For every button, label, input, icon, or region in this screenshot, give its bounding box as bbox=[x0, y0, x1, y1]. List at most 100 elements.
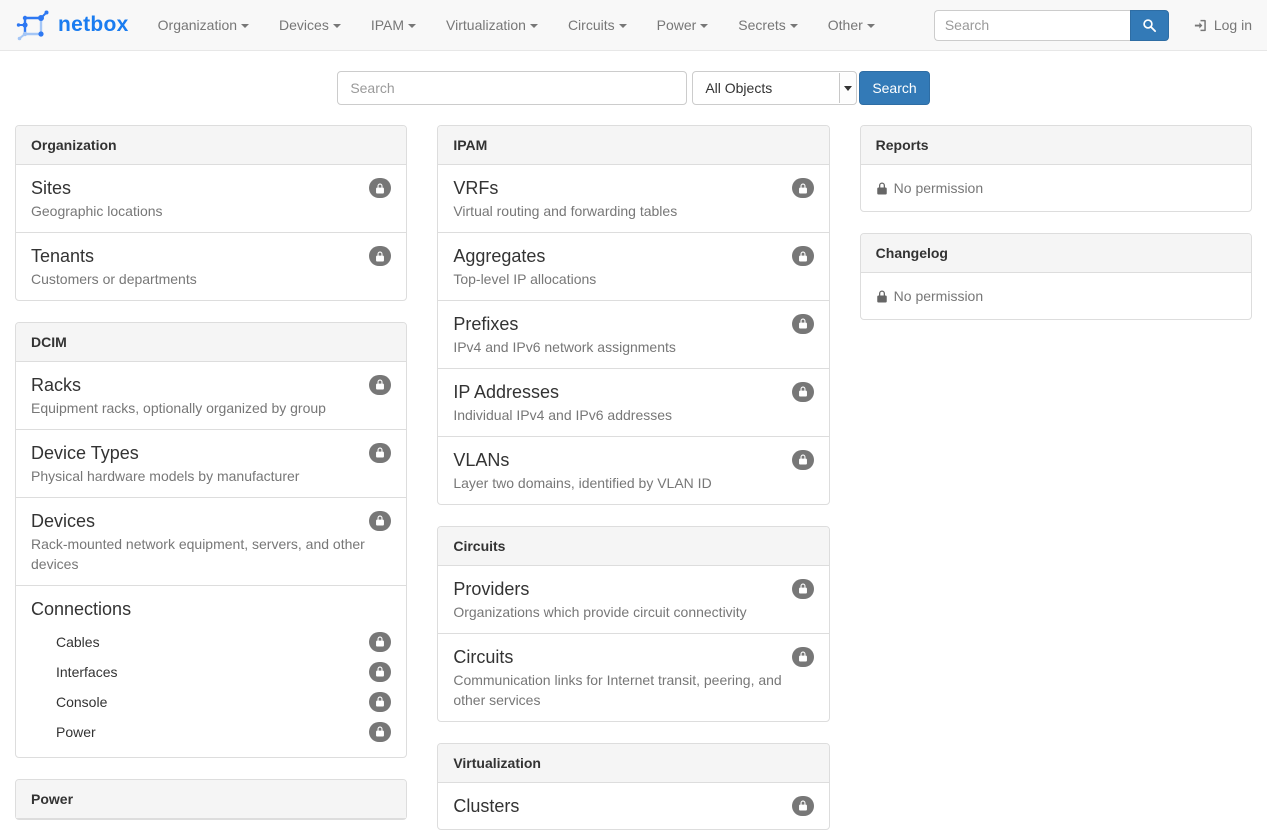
dashboard-column: OrganizationSitesGeographic locationsTen… bbox=[15, 125, 407, 820]
navbar-menu-item: Virtualization bbox=[431, 0, 553, 50]
panel-heading: IPAM bbox=[438, 126, 828, 165]
lock-badge bbox=[792, 314, 814, 334]
nav-menu-power[interactable]: Power bbox=[642, 0, 724, 50]
object-type-selected-value: All Objects bbox=[705, 80, 772, 96]
panel-power: Power bbox=[15, 779, 407, 820]
item-link-providers[interactable]: Providers bbox=[453, 576, 529, 602]
navbar-menu-item: Secrets bbox=[723, 0, 812, 50]
lock-icon bbox=[798, 800, 808, 811]
lock-badge bbox=[792, 579, 814, 599]
dashboard-column: IPAMVRFsVirtual routing and forwarding t… bbox=[437, 125, 829, 830]
item-description: Physical hardware models by manufacturer bbox=[31, 467, 391, 487]
lock-icon-wrap bbox=[876, 182, 888, 195]
top-navbar: netbox OrganizationDevicesIPAMVirtualiza… bbox=[0, 0, 1267, 51]
panel-organization: OrganizationSitesGeographic locationsTen… bbox=[15, 125, 407, 301]
caret-down-icon bbox=[408, 24, 416, 28]
item-link-aggregates[interactable]: Aggregates bbox=[453, 243, 545, 269]
list-item: ProvidersOrganizations which provide cir… bbox=[438, 566, 828, 634]
lock-badge bbox=[792, 796, 814, 816]
lock-icon bbox=[375, 447, 385, 458]
item-head: Providers bbox=[453, 576, 813, 602]
lock-badge bbox=[369, 632, 391, 652]
caret-down-icon bbox=[333, 24, 341, 28]
item-link-devices[interactable]: Devices bbox=[31, 508, 95, 534]
item-link-circuits[interactable]: Circuits bbox=[453, 644, 513, 670]
item-link-sites[interactable]: Sites bbox=[31, 175, 71, 201]
panel-circuits: CircuitsProvidersOrganizations which pro… bbox=[437, 526, 829, 722]
lock-badge bbox=[369, 178, 391, 198]
item-link-prefixes[interactable]: Prefixes bbox=[453, 311, 518, 337]
item-description: Geographic locations bbox=[31, 202, 391, 222]
netbox-brand[interactable]: netbox bbox=[15, 8, 129, 42]
navbar-menu-item: IPAM bbox=[356, 0, 431, 50]
item-link-device-types[interactable]: Device Types bbox=[31, 440, 139, 466]
item-link-console[interactable]: Console bbox=[56, 694, 107, 710]
lock-icon bbox=[798, 183, 808, 194]
item-description: Individual IPv4 and IPv6 addresses bbox=[453, 406, 813, 426]
list-item: Interfaces bbox=[31, 657, 391, 687]
panel-reports: ReportsNo permission bbox=[860, 125, 1252, 212]
list-item: Clusters bbox=[438, 783, 828, 829]
item-link-cables[interactable]: Cables bbox=[56, 634, 100, 650]
list-item: CircuitsCommunication links for Internet… bbox=[438, 634, 828, 721]
global-search-button[interactable]: Search bbox=[859, 71, 929, 105]
lock-badge bbox=[369, 722, 391, 742]
navbar-search-button[interactable] bbox=[1130, 10, 1169, 41]
item-link-interfaces[interactable]: Interfaces bbox=[56, 664, 117, 680]
list-item: VLANsLayer two domains, identified by VL… bbox=[438, 437, 828, 504]
lock-icon bbox=[375, 515, 385, 526]
nav-menu-secrets[interactable]: Secrets bbox=[723, 0, 812, 50]
item-link-vlans[interactable]: VLANs bbox=[453, 447, 509, 473]
lock-icon bbox=[375, 379, 385, 390]
object-type-select[interactable]: All Objects bbox=[692, 71, 857, 105]
lock-badge bbox=[792, 647, 814, 667]
item-head: Racks bbox=[31, 372, 391, 398]
nav-menu-other[interactable]: Other bbox=[813, 0, 890, 50]
dashboard-grid: OrganizationSitesGeographic locationsTen… bbox=[0, 125, 1267, 830]
lock-badge bbox=[369, 511, 391, 531]
item-link-ip-addresses[interactable]: IP Addresses bbox=[453, 379, 559, 405]
item-link-racks[interactable]: Racks bbox=[31, 372, 81, 398]
list-item: AggregatesTop-level IP allocations bbox=[438, 233, 828, 301]
item-head: Circuits bbox=[453, 644, 813, 670]
sign-in-icon bbox=[1193, 18, 1208, 33]
item-head: Clusters bbox=[453, 793, 813, 819]
caret-down-icon bbox=[867, 24, 875, 28]
item-link-tenants[interactable]: Tenants bbox=[31, 243, 94, 269]
nav-menu-ipam[interactable]: IPAM bbox=[356, 0, 431, 50]
item-description: Layer two domains, identified by VLAN ID bbox=[453, 474, 813, 494]
item-description: Customers or departments bbox=[31, 270, 391, 290]
nav-menu-circuits[interactable]: Circuits bbox=[553, 0, 642, 50]
item-description: IPv4 and IPv6 network assignments bbox=[453, 338, 813, 358]
caret-down-icon bbox=[530, 24, 538, 28]
lock-icon bbox=[375, 666, 385, 677]
nav-menu-devices[interactable]: Devices bbox=[264, 0, 356, 50]
list-item: Connections Cables Interfaces Console Power bbox=[16, 586, 406, 757]
search-icon bbox=[1142, 18, 1157, 33]
panel-heading: Circuits bbox=[438, 527, 828, 566]
navbar-menu-item: Devices bbox=[264, 0, 356, 50]
item-link-connections[interactable]: Connections bbox=[31, 596, 131, 622]
navbar-search-input[interactable] bbox=[934, 10, 1130, 41]
item-head: Prefixes bbox=[453, 311, 813, 337]
chevron-down-icon bbox=[839, 73, 856, 103]
panel-heading: Changelog bbox=[861, 234, 1251, 273]
nav-menu-organization[interactable]: Organization bbox=[143, 0, 264, 50]
lock-icon bbox=[798, 651, 808, 662]
list-item: VRFsVirtual routing and forwarding table… bbox=[438, 165, 828, 233]
login-label: Log in bbox=[1214, 17, 1252, 33]
item-link-clusters[interactable]: Clusters bbox=[453, 793, 519, 819]
global-search-input[interactable] bbox=[337, 71, 687, 105]
login-link[interactable]: Log in bbox=[1193, 17, 1252, 33]
item-link-power[interactable]: Power bbox=[56, 724, 96, 740]
no-permission-label: No permission bbox=[894, 288, 983, 304]
navbar-menu-item: Organization bbox=[143, 0, 264, 50]
lock-icon bbox=[876, 182, 888, 195]
panel-changelog: Changelog No permission bbox=[860, 233, 1252, 320]
item-description: Organizations which provide circuit conn… bbox=[453, 603, 813, 623]
item-link-vrfs[interactable]: VRFs bbox=[453, 175, 498, 201]
nav-menu-virtualization[interactable]: Virtualization bbox=[431, 0, 553, 50]
caret-down-icon bbox=[241, 24, 249, 28]
lock-icon bbox=[798, 386, 808, 397]
list-item: IP AddressesIndividual IPv4 and IPv6 add… bbox=[438, 369, 828, 437]
